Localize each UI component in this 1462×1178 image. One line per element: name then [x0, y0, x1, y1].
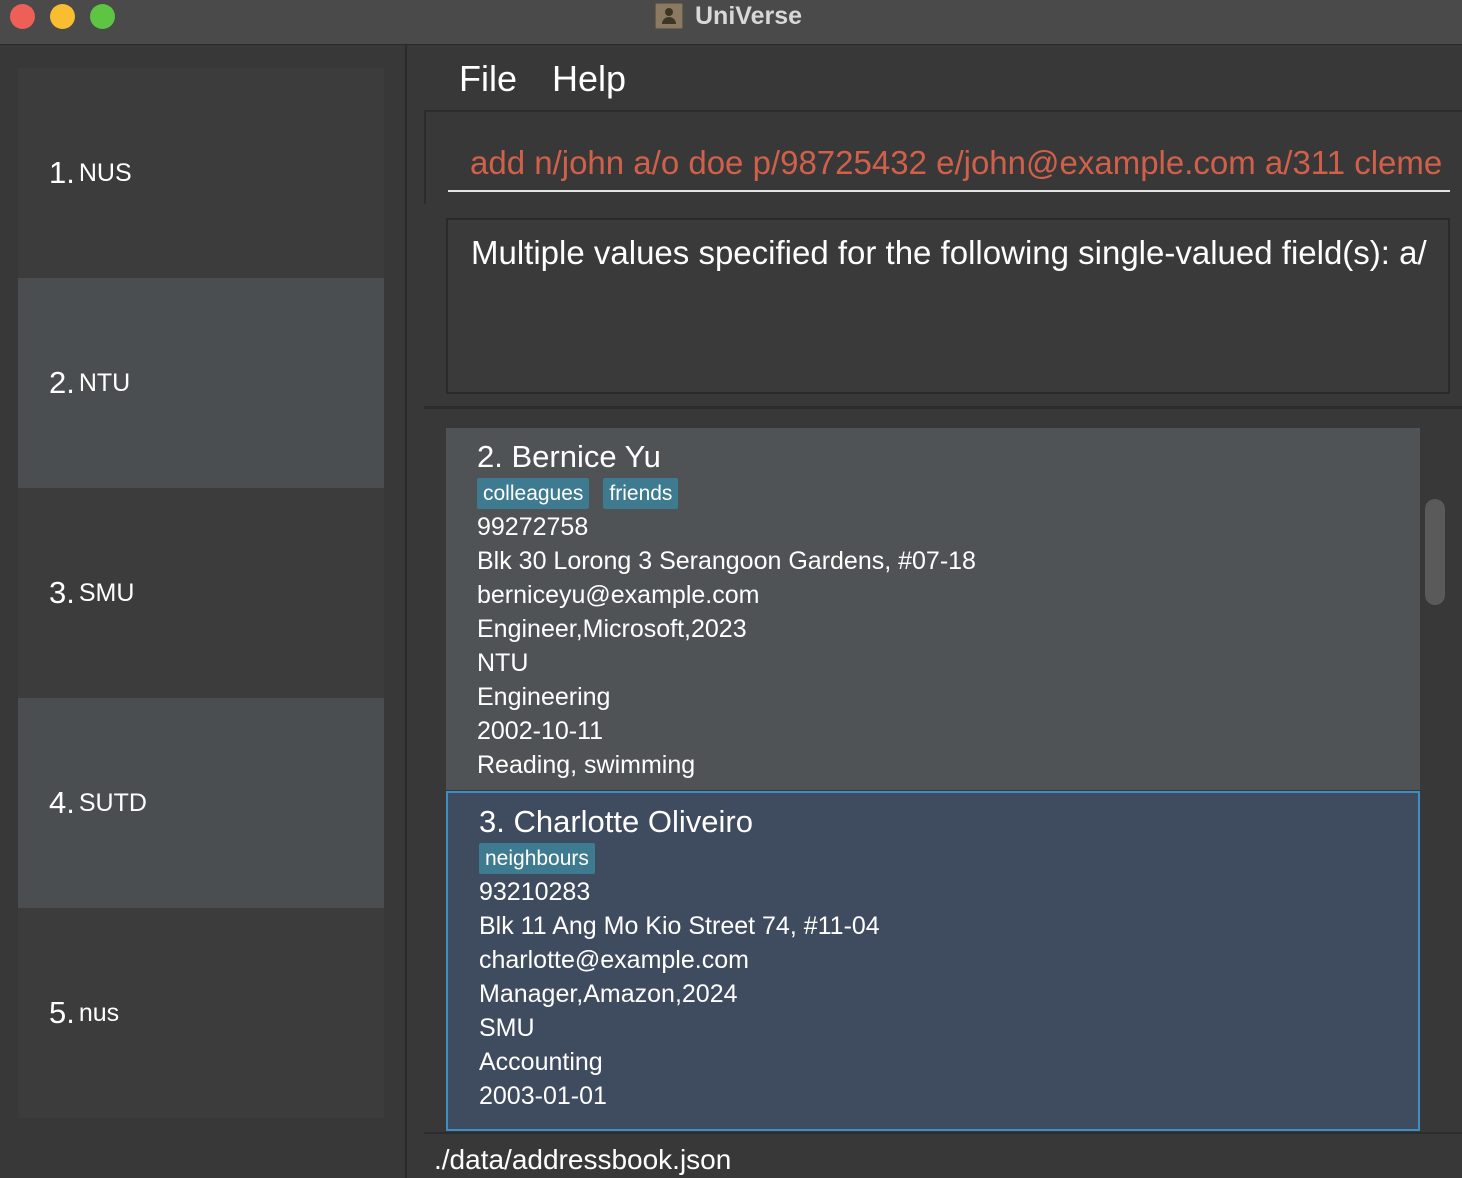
person-address: Blk 11 Ang Mo Kio Street 74, #11-04 [479, 912, 880, 940]
person-birthday: 2002-10-11 [477, 717, 604, 745]
university-index: 3. [49, 575, 75, 610]
university-name: SMU [78, 578, 135, 607]
menu-file[interactable]: File [459, 58, 517, 100]
status-bar: ./data/addressbook.json [424, 1136, 1462, 1178]
storage-path: ./data/addressbook.json [434, 1144, 732, 1175]
university-item-1[interactable]: 1. NUS [18, 68, 384, 278]
person-list-panel: 2. Bernice Yu colleagues friends 9927275… [424, 406, 1462, 1134]
menu-help[interactable]: Help [552, 58, 626, 100]
tag: neighbours [479, 843, 595, 874]
result-display: Multiple values specified for the follow… [446, 218, 1450, 394]
university-index: 2. [49, 365, 75, 400]
university-item-5[interactable]: 5. nus [18, 908, 384, 1118]
person-job: Manager,Amazon,2024 [479, 980, 738, 1008]
university-list: 1. NUS 2. NTU 3. SMU 4. SUTD 5. nus [18, 68, 384, 1118]
university-name: SUTD [78, 788, 147, 817]
person-birthday: 2003-01-01 [479, 1082, 607, 1110]
app-contact-icon [655, 3, 683, 29]
person-name: 2. Bernice Yu [477, 439, 661, 474]
result-message: Multiple values specified for the follow… [471, 234, 1427, 271]
person-major: Engineering [477, 683, 611, 711]
command-input[interactable] [448, 136, 1450, 192]
tag: friends [603, 478, 679, 509]
university-item-2[interactable]: 2. NTU [18, 278, 384, 488]
person-university: NTU [477, 649, 529, 677]
window-title: UniVerse [695, 1, 803, 30]
close-window-button[interactable] [10, 4, 35, 29]
person-address: Blk 30 Lorong 3 Serangoon Gardens, #07-1… [477, 547, 976, 575]
person-interests: Reading, swimming [477, 751, 696, 779]
person-email: berniceyu@example.com [477, 581, 760, 609]
menu-bar: File Help [408, 46, 1462, 110]
university-index: 5. [49, 995, 75, 1030]
tag-list: colleagues friends [477, 478, 1420, 510]
person-job: Engineer,Microsoft,2023 [477, 615, 747, 643]
university-item-4[interactable]: 4. SUTD [18, 698, 384, 908]
minimize-window-button[interactable] [50, 4, 75, 29]
university-name: NTU [78, 368, 131, 397]
person-name: 3. Charlotte Oliveiro [479, 804, 753, 839]
person-list-scrollbar[interactable] [1425, 499, 1445, 605]
university-name: NUS [78, 158, 132, 187]
command-box [424, 110, 1462, 204]
tag-list: neighbours [479, 843, 1418, 875]
person-major: Accounting [479, 1048, 603, 1076]
university-name: nus [78, 998, 120, 1027]
person-phone: 93210283 [479, 878, 591, 906]
university-index: 4. [49, 785, 75, 820]
university-index: 1. [49, 155, 75, 190]
tag: colleagues [477, 478, 590, 509]
university-item-3[interactable]: 3. SMU [18, 488, 384, 698]
window-title-group: UniVerse [655, 1, 802, 31]
university-list-panel: 1. NUS 2. NTU 3. SMU 4. SUTD 5. nus [0, 45, 407, 1178]
maximize-window-button[interactable] [90, 4, 115, 29]
person-card[interactable]: 2. Bernice Yu colleagues friends 9927275… [446, 428, 1420, 790]
person-email: charlotte@example.com [479, 946, 749, 974]
person-phone: 99272758 [477, 513, 589, 541]
person-card-selected[interactable]: 3. Charlotte Oliveiro neighbours 9321028… [446, 791, 1420, 1131]
title-bar: UniVerse [0, 0, 1462, 45]
person-university: SMU [479, 1014, 535, 1042]
